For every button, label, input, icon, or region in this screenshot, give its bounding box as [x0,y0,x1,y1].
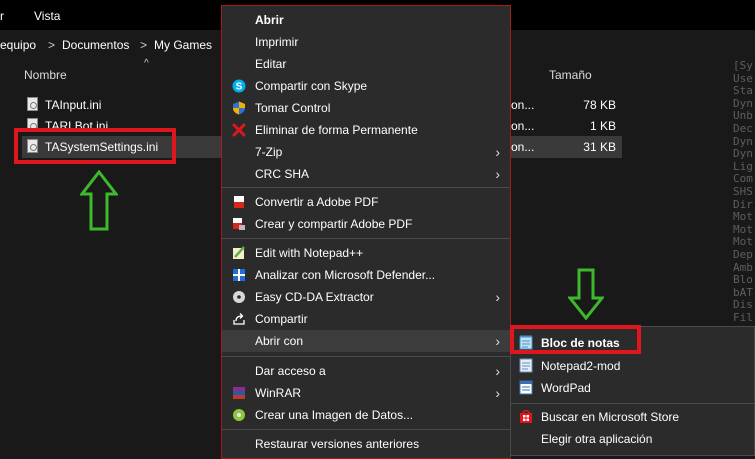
highlight-box [14,128,176,164]
menu-item-easy-cd-da[interactable]: Easy CD-DA Extractor › [222,286,510,308]
menu-item-label: Eliminar de forma Permanente [255,123,418,137]
menu-item-crear-imagen[interactable]: Crear una Imagen de Datos... [222,404,510,426]
menu-item-crear-compartir-pdf[interactable]: Crear y compartir Adobe PDF [222,213,510,235]
menu-item-compartir-con-skype[interactable]: S Compartir con Skype [222,75,510,97]
notepadpp-icon [233,246,245,259]
sort-ascending-icon: ^ [144,58,149,69]
menu-item-vista[interactable]: Vista [34,9,60,23]
menu-item-abrir-con[interactable]: Abrir con › [222,330,510,352]
menu-item-label: CRC SHA [255,167,310,181]
menu-item-label: Abrir [255,13,284,27]
file-type: on... [511,98,535,112]
menu-item-label: Restaurar versiones anteriores [255,437,420,451]
file-size: 78 KB [583,98,616,112]
svg-text:S: S [236,82,243,93]
menu-item-label: Crear una Imagen de Datos... [255,408,414,422]
file-type: on... [511,119,535,133]
submenu-item-wordpad[interactable]: WordPad [511,377,754,399]
menu-item-label: Dar acceso a [255,364,326,378]
menu-item-eliminar-permanente[interactable]: Eliminar de forma Permanente [222,119,510,141]
column-header-name[interactable]: Nombre [24,68,67,82]
menu-item-tomar-control[interactable]: Tomar Control [222,97,510,119]
column-header-size[interactable]: Tamaño [549,68,592,82]
file-size: 1 KB [589,119,616,133]
chevron-right-icon: › [495,166,500,182]
chevron-right-icon: › [495,385,500,401]
submenu-item-elegir-otra[interactable]: Elegir otra aplicación [511,428,754,450]
red-x-icon [232,123,246,137]
menu-item-crc-sha[interactable]: CRC SHA › [222,163,510,185]
breadcrumb-separator: > [48,38,56,52]
menu-separator [222,238,510,239]
menu-item-label: WinRAR [255,386,302,400]
disc-image-icon [233,409,245,421]
breadcrumb-item-my-games[interactable]: My Games [154,38,212,52]
menu-item-label: Editar [255,57,287,71]
menu-item-winrar[interactable]: WinRAR › [222,382,510,404]
menu-item-abrir[interactable]: Abrir [222,9,510,31]
share-icon [233,313,245,325]
menu-item-label: Abrir con [255,334,304,348]
menu-item-label: Compartir [255,312,308,326]
chevron-right-icon: › [495,333,500,349]
menu-separator [222,356,510,357]
menu-separator [511,403,754,404]
submenu-item-label: WordPad [541,381,591,395]
green-arrow-down-icon [568,268,604,320]
highlight-box [510,325,641,354]
menu-separator [222,429,510,430]
pdf-icon [234,196,244,208]
breadcrumb-separator: > [140,38,148,52]
menu-item-edit-notepadpp[interactable]: Edit with Notepad++ [222,242,510,264]
menu-item-convertir-pdf[interactable]: Convertir a Adobe PDF [222,191,510,213]
menu-item-dar-acceso[interactable]: Dar acceso a › [222,360,510,382]
menu-item-label: Compartir con Skype [255,79,368,93]
menu-item-compartir[interactable]: Compartir [222,308,510,330]
chevron-right-icon: › [495,363,500,379]
notepad2-icon [519,358,533,373]
menu-separator [222,187,510,188]
file-size: 31 KB [583,140,616,154]
menu-item-label: Edit with Notepad++ [255,246,364,260]
menu-item-label: Tomar Control [255,101,331,115]
green-arrow-up-icon [80,170,118,231]
submenu-item-label: Notepad2-mod [541,359,621,373]
store-icon [520,410,532,423]
winrar-icon [233,387,245,399]
context-menu: Abrir Imprimir Editar S Compartir con Sk… [221,5,511,459]
menu-item-label: Analizar con Microsoft Defender... [255,268,436,282]
menu-item-restaurar-versiones[interactable]: Restaurar versiones anteriores [222,433,510,455]
menu-item-editar[interactable]: Editar [222,53,510,75]
menu-item-7zip[interactable]: 7-Zip › [222,141,510,163]
breadcrumb-item-equipo[interactable]: equipo [0,38,36,52]
pdf-share-icon [233,218,245,230]
menu-item-label: Easy CD-DA Extractor [255,290,374,304]
chevron-right-icon: › [495,289,500,305]
menu-item-label: Imprimir [255,35,299,49]
menu-item-label: Crear y compartir Adobe PDF [255,217,413,231]
breadcrumb-item-documentos[interactable]: Documentos [62,38,129,52]
submenu-item-label: Elegir otra aplicación [541,432,653,446]
menu-item-archivo[interactable]: r [0,9,4,23]
skype-icon: S [232,79,246,93]
menu-item-label: Convertir a Adobe PDF [255,195,379,209]
ini-file-icon [27,97,38,111]
menu-item-label: 7-Zip [255,145,283,159]
shield-icon [233,101,245,115]
menu-item-imprimir[interactable]: Imprimir [222,31,510,53]
chevron-right-icon: › [495,144,500,160]
menu-item-analizar-defender[interactable]: Analizar con Microsoft Defender... [222,264,510,286]
background-editor-text: [Sy Use Sta Dyn Unb Dec Dyn Dyn Lig Com … [733,59,753,324]
cd-icon [233,291,245,303]
submenu-item-label: Buscar en Microsoft Store [541,410,680,424]
wordpad-icon [519,380,533,395]
file-type: on... [511,140,535,154]
file-name: TAInput.ini [45,98,102,112]
submenu-item-buscar-store[interactable]: Buscar en Microsoft Store [511,406,754,428]
submenu-item-notepad2-mod[interactable]: Notepad2-mod [511,355,754,377]
defender-icon [233,269,245,281]
